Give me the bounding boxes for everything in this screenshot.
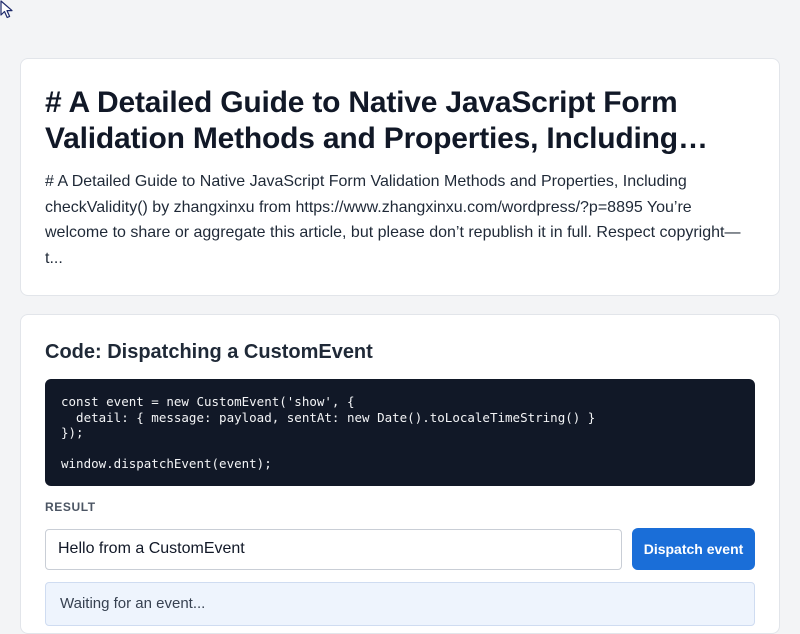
code-demo-card: Code: Dispatching a CustomEvent const ev… xyxy=(20,314,780,634)
article-title: # A Detailed Guide to Native JavaScript … xyxy=(45,86,678,155)
event-input-row: Dispatch event xyxy=(45,528,755,570)
result-label: RESULT xyxy=(45,500,96,514)
message-input[interactable] xyxy=(45,528,622,570)
section-title: Code: Dispatching a CustomEvent xyxy=(45,341,373,363)
article-excerpt: # A Detailed Guide to Native JavaScript … xyxy=(45,173,741,267)
dispatch-event-button[interactable]: Dispatch event xyxy=(632,528,755,570)
event-output: Waiting for an event... xyxy=(45,582,755,626)
mouse-pointer-icon xyxy=(0,0,13,19)
article-card: # A Detailed Guide to Native JavaScript … xyxy=(20,58,780,296)
code-block: const event = new CustomEvent('show', { … xyxy=(45,379,755,486)
